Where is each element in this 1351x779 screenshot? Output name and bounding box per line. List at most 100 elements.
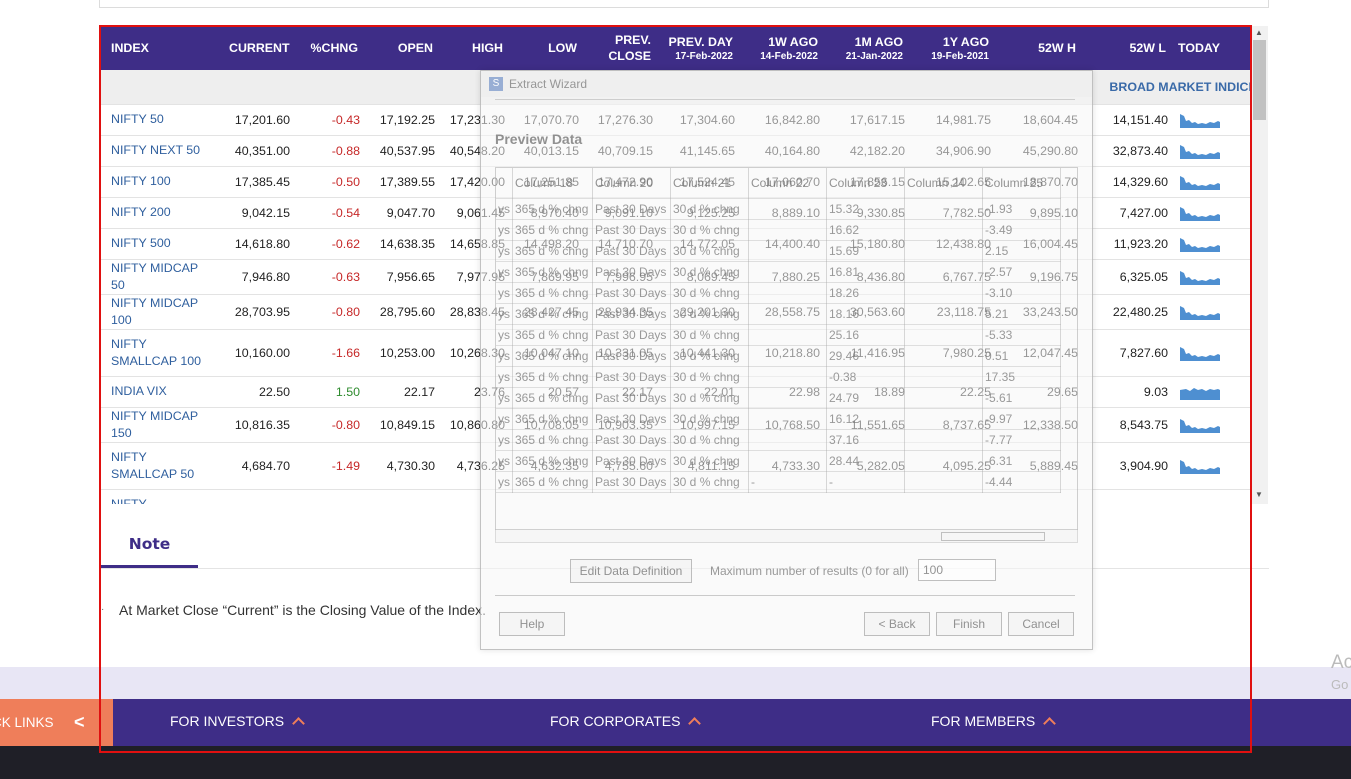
sparkline-area	[1180, 305, 1220, 320]
column-header[interactable]: CURRENT	[221, 26, 296, 70]
preview-cell: 16.81	[826, 261, 905, 283]
cell-chng: -0.63	[296, 259, 366, 295]
sparkline-chart[interactable]	[1180, 143, 1220, 159]
preview-cell: -	[748, 471, 827, 493]
preview-column-header[interactable]: Column 22	[748, 168, 827, 199]
scrollbar-thumb[interactable]	[941, 532, 1045, 541]
column-header[interactable]: 1W AGO 14-Feb-2022	[741, 26, 826, 70]
max-results-input[interactable]: 100	[918, 559, 996, 581]
sparkline-chart[interactable]	[1180, 112, 1220, 128]
preview-column-header[interactable]: Column 21	[670, 168, 749, 199]
preview-corner-cell	[496, 168, 513, 199]
index-name-link[interactable]: NIFTY NEXT 50	[101, 135, 221, 167]
index-name-link[interactable]: NIFTY MIDCAP 150	[101, 407, 221, 443]
column-header-date: 17-Feb-2022	[675, 50, 733, 62]
sparkline-chart[interactable]	[1180, 304, 1220, 320]
chevron-up-icon	[1043, 717, 1057, 730]
sparkline-chart[interactable]	[1180, 345, 1220, 361]
column-header-label: %CHNG	[310, 41, 359, 55]
scrollbar-thumb[interactable]	[1253, 40, 1266, 120]
footer-item-members[interactable]: FOR MEMBERS	[931, 699, 1057, 744]
edit-data-definition-button[interactable]: Edit Data Definition	[570, 559, 692, 583]
quick-links-button[interactable]: CK LINKS <	[0, 699, 113, 746]
tab-note[interactable]: Note	[101, 528, 198, 568]
preview-column-header[interactable]: Column 18	[512, 168, 593, 199]
preview-cell	[904, 387, 983, 409]
column-header[interactable]: 52W H	[997, 26, 1084, 70]
column-header[interactable]: OPEN	[366, 26, 441, 70]
column-header[interactable]: INDEX	[101, 26, 221, 70]
index-name-link[interactable]: NIFTY SMALLCAP 50	[101, 442, 221, 490]
preview-row: ys 365 d % chng Past 30 Days 30 d % chng 24.…	[496, 387, 1061, 409]
scroll-up-icon[interactable]: ▲	[1255, 28, 1263, 37]
column-header-date: 19-Feb-2021	[931, 50, 989, 62]
preview-cell	[748, 261, 827, 283]
index-name-link[interactable]: NIFTY SMALLCAP 100	[101, 329, 221, 377]
cell-l52: 22,480.25	[1084, 294, 1174, 330]
sparkline-area	[1180, 459, 1220, 474]
column-header[interactable]: PREV. DAY 17-Feb-2022	[659, 26, 741, 70]
sparkline-chart[interactable]	[1180, 417, 1220, 433]
cancel-button[interactable]: Cancel	[1008, 612, 1074, 636]
index-name-link[interactable]: NIFTY 50	[101, 104, 221, 136]
index-name-link[interactable]: NIFTY SMALLCAP	[101, 489, 221, 504]
column-header[interactable]: 1M AGO 21-Jan-2022	[826, 26, 911, 70]
sparkline-chart[interactable]	[1180, 205, 1220, 221]
column-header[interactable]: LOW	[511, 26, 585, 70]
sparkline-chart[interactable]	[1180, 174, 1220, 190]
preview-cell: 365 d % chng	[512, 261, 593, 283]
index-name-link[interactable]: NIFTY 500	[101, 228, 221, 260]
preview-cell: 15.69	[826, 240, 905, 262]
column-header[interactable]: 1Y AGO 19-Feb-2021	[911, 26, 997, 70]
preview-cell: 18.26	[826, 282, 905, 304]
column-header[interactable]: HIGH	[441, 26, 511, 70]
cell-current: 40,351.00	[221, 135, 296, 167]
preview-cell: 30 d % chng	[670, 429, 749, 451]
preview-hscrollbar[interactable]	[495, 529, 1078, 543]
column-header[interactable]: 52W L	[1084, 26, 1174, 70]
index-name-link[interactable]: INDIA VIX	[101, 376, 221, 408]
bottom-strip	[0, 746, 1351, 779]
preview-cell	[904, 198, 983, 220]
preview-cell: ys	[496, 345, 513, 367]
table-scrollbar[interactable]: ▲ ▼	[1251, 26, 1268, 504]
preview-cell	[904, 240, 983, 262]
scroll-down-icon[interactable]: ▼	[1255, 490, 1263, 499]
column-header[interactable]: PREV. CLOSE	[585, 26, 659, 70]
footer-item-corporates[interactable]: FOR CORPORATES	[550, 699, 702, 744]
preview-column-header[interactable]: Column 24	[904, 168, 983, 199]
footer-band	[0, 667, 1351, 699]
preview-cell: 24.79	[826, 387, 905, 409]
preview-cell: ys	[496, 366, 513, 388]
preview-column-header[interactable]: Column 23	[826, 168, 905, 199]
index-name-link[interactable]: NIFTY MIDCAP 100	[101, 294, 221, 330]
preview-column-header[interactable]: Column 25	[982, 168, 1061, 199]
finish-button[interactable]: Finish	[936, 612, 1002, 636]
preview-cell: 15.32	[826, 198, 905, 220]
preview-grid[interactable]: Column 18 Column 20 Column 21 Column 22 Colu…	[495, 167, 1078, 543]
footer-item-investors[interactable]: FOR INVESTORS	[170, 699, 305, 744]
index-name-link[interactable]: NIFTY 100	[101, 166, 221, 198]
cell-l52: 32,873.40	[1084, 135, 1174, 167]
max-results-label: Maximum number of results (0 for all)	[710, 564, 909, 578]
cell-chng: -0.43	[296, 104, 366, 136]
sparkline-chart[interactable]	[1180, 458, 1220, 474]
preview-column-header[interactable]: Column 20	[592, 168, 671, 199]
index-name-link[interactable]: NIFTY MIDCAP 50	[101, 259, 221, 295]
back-button[interactable]: < Back	[864, 612, 930, 636]
cell-today	[1174, 294, 1251, 330]
column-header[interactable]: TODAY	[1174, 26, 1251, 70]
cell-open: 40,537.95	[366, 135, 441, 167]
sparkline-chart[interactable]	[1180, 269, 1220, 285]
help-button[interactable]: Help	[499, 612, 565, 636]
wizard-logo-icon: S	[489, 77, 503, 91]
column-header[interactable]: %CHNG	[296, 26, 366, 70]
sparkline-chart[interactable]	[1180, 384, 1220, 400]
cell-current: 10,816.35	[221, 407, 296, 443]
index-name-link[interactable]: NIFTY 200	[101, 197, 221, 229]
preview-cell: 365 d % chng	[512, 198, 593, 220]
sparkline-chart[interactable]	[1180, 236, 1220, 252]
cell-open: 17,389.55	[366, 166, 441, 198]
column-header-label: LOW	[548, 41, 577, 55]
preview-cell	[748, 303, 827, 325]
